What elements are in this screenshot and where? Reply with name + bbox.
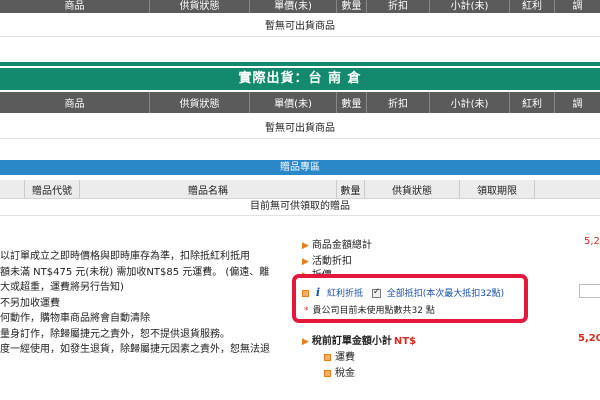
note-line: 何動作，購物車商品將會自動清除 [0, 313, 150, 324]
gift-table-header: 贈品代號 贈品名稱 數量 供貨狀態 領取期限 [0, 180, 600, 199]
col-supply-status: 供貨狀態 [150, 0, 250, 13]
summary-tax: 稅金 [324, 364, 355, 379]
bonus-points-note: * 貴公司目前未使用點數共32 點 [304, 303, 435, 316]
pre-tax-label: 稅前訂單金額小計 [311, 336, 392, 347]
gift-empty-text: 目前無可供領取的贈品 [0, 199, 600, 216]
col-bonus: 紅利 [510, 92, 555, 113]
col-gift-deadline: 領取期限 [460, 180, 535, 198]
note-line: 量身訂作，除歸屬捷元之責外，恕不提供退貨服務。 [0, 328, 230, 340]
notes-list: 以訂單成立之即時價格與即時庫存為準，扣除抵紅利抵用 額未滿 NT$475 元(未… [0, 249, 288, 358]
arrow-icon: ▶ [302, 241, 309, 251]
col-qty: 數量 [337, 92, 367, 113]
expand-icon[interactable] [302, 290, 309, 297]
bonus-all-checkbox[interactable] [371, 287, 381, 298]
green-divider [0, 62, 600, 66]
note-line: 大或超重，運費將另行告知) [0, 282, 124, 293]
summary-promo-discount: ▶ 活動折扣 [302, 252, 352, 267]
col-unit-price: 單價(未) [250, 0, 337, 13]
bonus-all-label[interactable]: 全部抵扣(本次最大抵扣32點) [387, 289, 504, 299]
tax-label: 稅金 [335, 368, 355, 379]
summary-item-total: ▶ 商品金額總計 [302, 236, 372, 251]
col-bonus: 紅利 [510, 0, 555, 13]
info-icon: i [315, 286, 321, 299]
note-line: 額未滿 NT$475 元(未稅) 需加收NT$85 元運費。 (偏遠、離 [0, 266, 270, 278]
pre-tax-currency: NT$ [393, 336, 417, 347]
pre-tax-value: 5,20 [578, 333, 600, 344]
summary-pre-tax: ▶ 稅前訂單金額小計 NT$ [302, 332, 416, 347]
shipping-label: 運費 [335, 352, 355, 363]
col-product: 商品 [0, 92, 150, 113]
table1-header: 商品 供貨狀態 單價(未) 數量 折扣 小計(未) 紅利 調 [0, 0, 600, 13]
summary-shipping: 運費 [324, 348, 355, 363]
col-adjust: 調 [572, 99, 583, 110]
bonus-points-input[interactable] [579, 284, 600, 298]
bonus-label[interactable]: 紅利折抵 [327, 289, 363, 299]
col-subtotal: 小計(未) [430, 92, 510, 113]
table2-empty-text: 暫無可出貨商品 [0, 120, 600, 139]
bonus-row: i 紅利折抵 全部抵扣(本次最大抵扣32點) [302, 286, 504, 299]
item-total-value: 5,2 [584, 236, 600, 247]
col-gift-name: 贈品名稱 [80, 180, 337, 198]
col-gift-extra [535, 180, 600, 198]
summary-discount: ▶折價 [302, 266, 332, 274]
section2-title: 實際出貨：台 南 倉 [0, 68, 600, 90]
note-line: 度一經使用，如發生退貨，除歸屬捷元因素之責外，恕無法退 [0, 344, 270, 355]
col-gift-code: 贈品代號 [25, 180, 80, 198]
item-total-label: 商品金額總計 [311, 240, 372, 251]
note-star: * [304, 306, 309, 316]
col-discount: 折扣 [367, 92, 430, 113]
bonus-points-text: 貴公司目前未使用點數共32 點 [312, 306, 435, 316]
col-qty: 數量 [337, 0, 367, 13]
expand-icon[interactable] [324, 369, 331, 377]
col-adjust: 調 [572, 1, 583, 12]
col-discount: 折扣 [367, 0, 430, 13]
col-gift-qty: 數量 [337, 180, 365, 198]
expand-icon[interactable] [324, 353, 331, 361]
note-line: 不另加收運費 [0, 297, 60, 309]
col-spacer [0, 180, 25, 198]
col-unit-price: 單價(未) [250, 92, 337, 113]
table1-empty-text: 暫無可出貨商品 [0, 18, 600, 37]
table2-header: 商品 供貨狀態 單價(未) 數量 折扣 小計(未) 紅利 調 [0, 92, 600, 113]
col-supply-status: 供貨狀態 [150, 92, 250, 113]
col-subtotal: 小計(未) [430, 0, 510, 13]
gift-section-title: 贈品專區 [0, 160, 600, 175]
note-line: 以訂單成立之即時價格與即時庫存為準，扣除抵紅利抵用 [0, 251, 250, 262]
arrow-icon: ▶ [302, 337, 309, 347]
col-product: 商品 [0, 0, 150, 13]
col-gift-supply: 供貨狀態 [365, 180, 460, 198]
